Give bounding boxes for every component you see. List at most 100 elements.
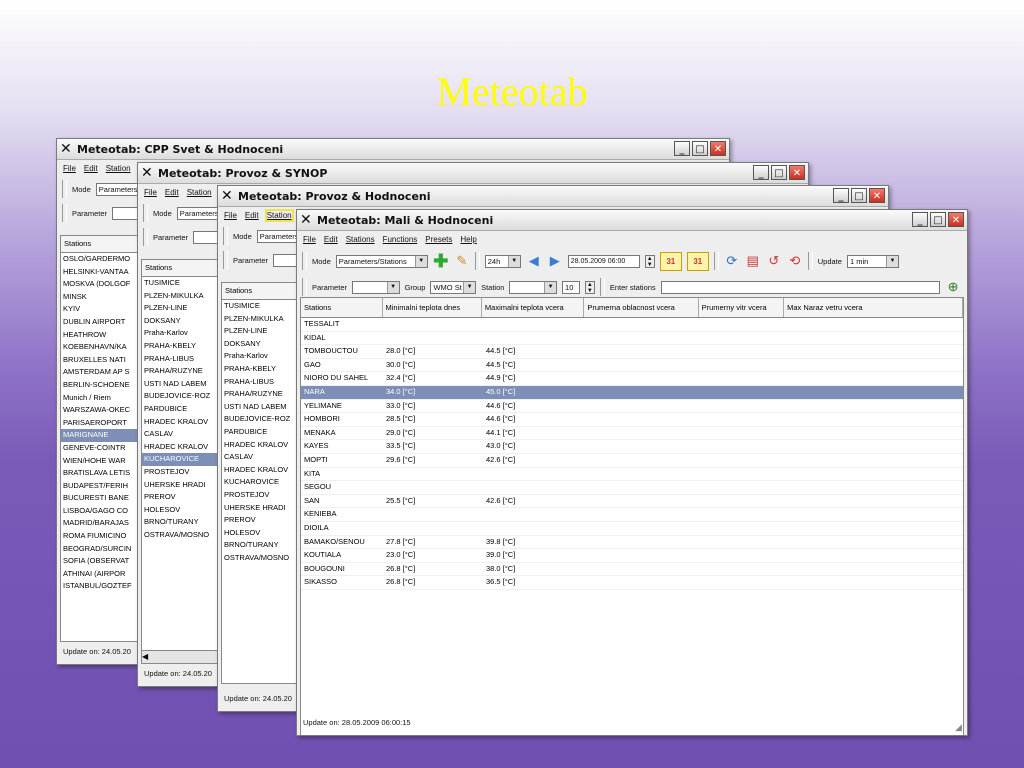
station-list-item[interactable]: OSLO/GARDERMO (61, 253, 139, 266)
count-spinner[interactable]: ▲ ▼ (584, 280, 595, 294)
station-list-item[interactable]: TUSIMICE (142, 277, 218, 290)
table-row[interactable]: BAMAKO/SENOU 27.8 [°C] 39.8 [°C] (301, 536, 963, 550)
stations-header[interactable]: Stations (222, 283, 298, 300)
station-list-item[interactable]: PLZEN-MIKULKA (222, 313, 298, 326)
station-list-item[interactable]: PROSTEJOV (222, 489, 298, 502)
table-row[interactable]: SAN 25.5 [°C] 42.6 [°C] (301, 495, 963, 509)
station-list-item[interactable]: BERLIN-SCHOENE (61, 379, 139, 392)
minimize-button[interactable]: _ (753, 165, 769, 180)
station-list-item[interactable]: PARDUBICE (222, 426, 298, 439)
calendar-icon[interactable]: 31 (686, 251, 709, 271)
station-list-item[interactable]: LISBOA/GAGO CO (61, 505, 139, 518)
calendar-icon[interactable]: 31 (659, 251, 682, 271)
station-list-item[interactable]: PLZEN-LINE (142, 302, 218, 315)
close-button[interactable]: ✕ (789, 165, 805, 180)
station-list-item[interactable]: BUDEJOVICE-ROZ (142, 390, 218, 403)
station-list-item[interactable]: HEATHROW (61, 329, 139, 342)
column-header[interactable]: Prumerny vitr vcera (699, 298, 785, 317)
menu-station[interactable]: Station (264, 209, 294, 222)
station-list-item[interactable]: DUBLIN AIRPORT (61, 316, 139, 329)
station-list-item[interactable]: OSTRAVA/MOSNO (222, 552, 298, 565)
resize-grip[interactable]: ◢ (955, 723, 965, 733)
station-list-item[interactable]: PRAHA/RUZYNE (142, 365, 218, 378)
data-table[interactable]: Stations Minimalni teplota dnes Maximalni … (300, 297, 964, 735)
station-list-item[interactable]: KUCHAROVICE (222, 476, 298, 489)
menu-edit[interactable]: Edit (165, 188, 179, 197)
station-list-item[interactable]: MINSK (61, 291, 139, 304)
station-list-item[interactable]: BRNO/TURANY (142, 516, 218, 529)
menu-file[interactable]: File (303, 235, 316, 244)
table-row[interactable]: NIORO DU SAHEL 32.4 [°C] 44.9 [°C] (301, 372, 963, 386)
column-header[interactable]: Max Naraz vetru vcera (784, 298, 964, 317)
window-titlebar[interactable]: ✕ Meteotab: Mali & Hodnoceni _ □ ✕ (297, 210, 967, 231)
datetime-field[interactable]: 28.05.2009 06:00 (567, 254, 640, 268)
stations-header[interactable]: Stations (61, 236, 139, 253)
minimize-button[interactable]: _ (912, 212, 928, 227)
station-list-item[interactable]: ISTANBUL/GOZTEF (61, 580, 139, 593)
station-list-item[interactable]: PRAHA-LIBUS (222, 376, 298, 389)
station-list-item[interactable]: GENEVE-COINTR (61, 442, 139, 455)
arrow-left-icon[interactable]: ◀ (526, 253, 542, 269)
station-list-item[interactable]: DOKSANY (142, 315, 218, 328)
station-list-item[interactable]: PLZEN-MIKULKA (142, 290, 218, 303)
station-list-item[interactable]: HOLESOV (222, 527, 298, 540)
maximize-button[interactable]: □ (771, 165, 787, 180)
menu-station[interactable]: Station (187, 188, 212, 197)
undo-all-icon[interactable]: ⟲ (787, 253, 803, 269)
enter-stations-input[interactable] (660, 280, 941, 294)
station-list-item[interactable]: BUDEJOVICE-ROZ (222, 413, 298, 426)
station-list-item[interactable]: USTI NAD LABEM (222, 401, 298, 414)
station-list-item[interactable]: PRAHA/RUZYNE (222, 388, 298, 401)
station-list-item[interactable]: ROMA FIUMICINO (61, 530, 139, 543)
station-list-item[interactable]: PRAHA-LIBUS (142, 353, 218, 366)
table-row[interactable]: SEGOU (301, 481, 963, 495)
menu-file[interactable]: File (224, 211, 237, 220)
mode-combo[interactable]: Parameters/Stations ▼ (335, 254, 428, 268)
station-list-item[interactable]: MOSKVA (DOLGOF (61, 278, 139, 291)
menu-station[interactable]: Station (106, 164, 131, 173)
table-row[interactable]: MENAKA 29.0 [°C] 44.1 [°C] (301, 427, 963, 441)
station-list-item[interactable]: KOEBENHAVN/KA (61, 341, 139, 354)
window-titlebar[interactable]: ✕ Meteotab: Provoz & SYNOP _ □ ✕ (138, 163, 808, 184)
station-list-item[interactable]: PREROV (142, 491, 218, 504)
station-list-item[interactable]: PLZEN-LINE (222, 325, 298, 338)
station-list-item[interactable]: PRAHA-KBELY (142, 340, 218, 353)
station-list-item[interactable]: BRUXELLES NATI (61, 354, 139, 367)
minimize-button[interactable]: _ (833, 188, 849, 203)
menu-edit[interactable]: Edit (324, 235, 338, 244)
maximize-button[interactable]: □ (930, 212, 946, 227)
maximize-button[interactable]: □ (692, 141, 708, 156)
window-titlebar[interactable]: ✕ Meteotab: CPP Svet & Hodnoceni _ □ ✕ (57, 139, 729, 160)
station-list-item[interactable]: DOKSANY (222, 338, 298, 351)
station-list-item[interactable]: CASLAV (222, 451, 298, 464)
menu-edit[interactable]: Edit (245, 211, 259, 220)
station-list-item[interactable]: WIEN/HOHE WAR (61, 455, 139, 468)
table-row[interactable]: KENIEBA (301, 508, 963, 522)
maximize-button[interactable]: □ (851, 188, 867, 203)
column-header[interactable]: Minimalni teplota dnes (383, 298, 482, 317)
table-row[interactable]: GAO 30.0 [°C] 44.5 [°C] (301, 359, 963, 373)
station-list-item[interactable]: PARISAEROPORT (61, 417, 139, 430)
station-list-item[interactable]: HRADEC KRALOV (222, 439, 298, 452)
station-list-item[interactable]: ATHINAI (AIRPOR (61, 568, 139, 581)
station-list-item[interactable]: UHERSKE HRADI (222, 502, 298, 515)
add-plus-icon[interactable]: ✚ (433, 251, 449, 271)
table-row[interactable]: SIKASSO 26.8 [°C] 36.5 [°C] (301, 576, 963, 590)
station-list-item[interactable]: HRADEC KRALOV (222, 464, 298, 477)
station-list-item[interactable]: HRADEC KRALOV (142, 441, 218, 454)
station-list-item[interactable]: BUCURESTI BANE (61, 492, 139, 505)
stations-list[interactable]: Stations OSLO/GARDERMO HELSINKI-VANTAA MOS… (60, 235, 140, 642)
station-combo[interactable]: ▼ (509, 280, 558, 294)
station-list-item[interactable]: WARSZAWA-OKEC (61, 404, 139, 417)
station-list-item[interactable]: Praha-Karlov (222, 350, 298, 363)
stations-list[interactable]: Stations TUSIMICE PLZEN-MIKULKA PLZEN-LINE… (141, 259, 219, 651)
undo-icon[interactable]: ↺ (766, 253, 782, 269)
table-row[interactable]: BOUGOUNI 26.8 [°C] 38.0 [°C] (301, 563, 963, 577)
interval-combo[interactable]: 24h ▼ (484, 254, 521, 268)
table-row[interactable]: KAYES 33.5 [°C] 43.0 [°C] (301, 440, 963, 454)
window-mali-hodnoceni[interactable]: ✕ Meteotab: Mali & Hodnoceni _ □ ✕ File … (296, 209, 968, 736)
close-button[interactable]: ✕ (948, 212, 964, 227)
column-header[interactable]: Maximalni teplota vcera (482, 298, 585, 317)
table-row[interactable]: KITA (301, 468, 963, 482)
close-button[interactable]: ✕ (710, 141, 726, 156)
